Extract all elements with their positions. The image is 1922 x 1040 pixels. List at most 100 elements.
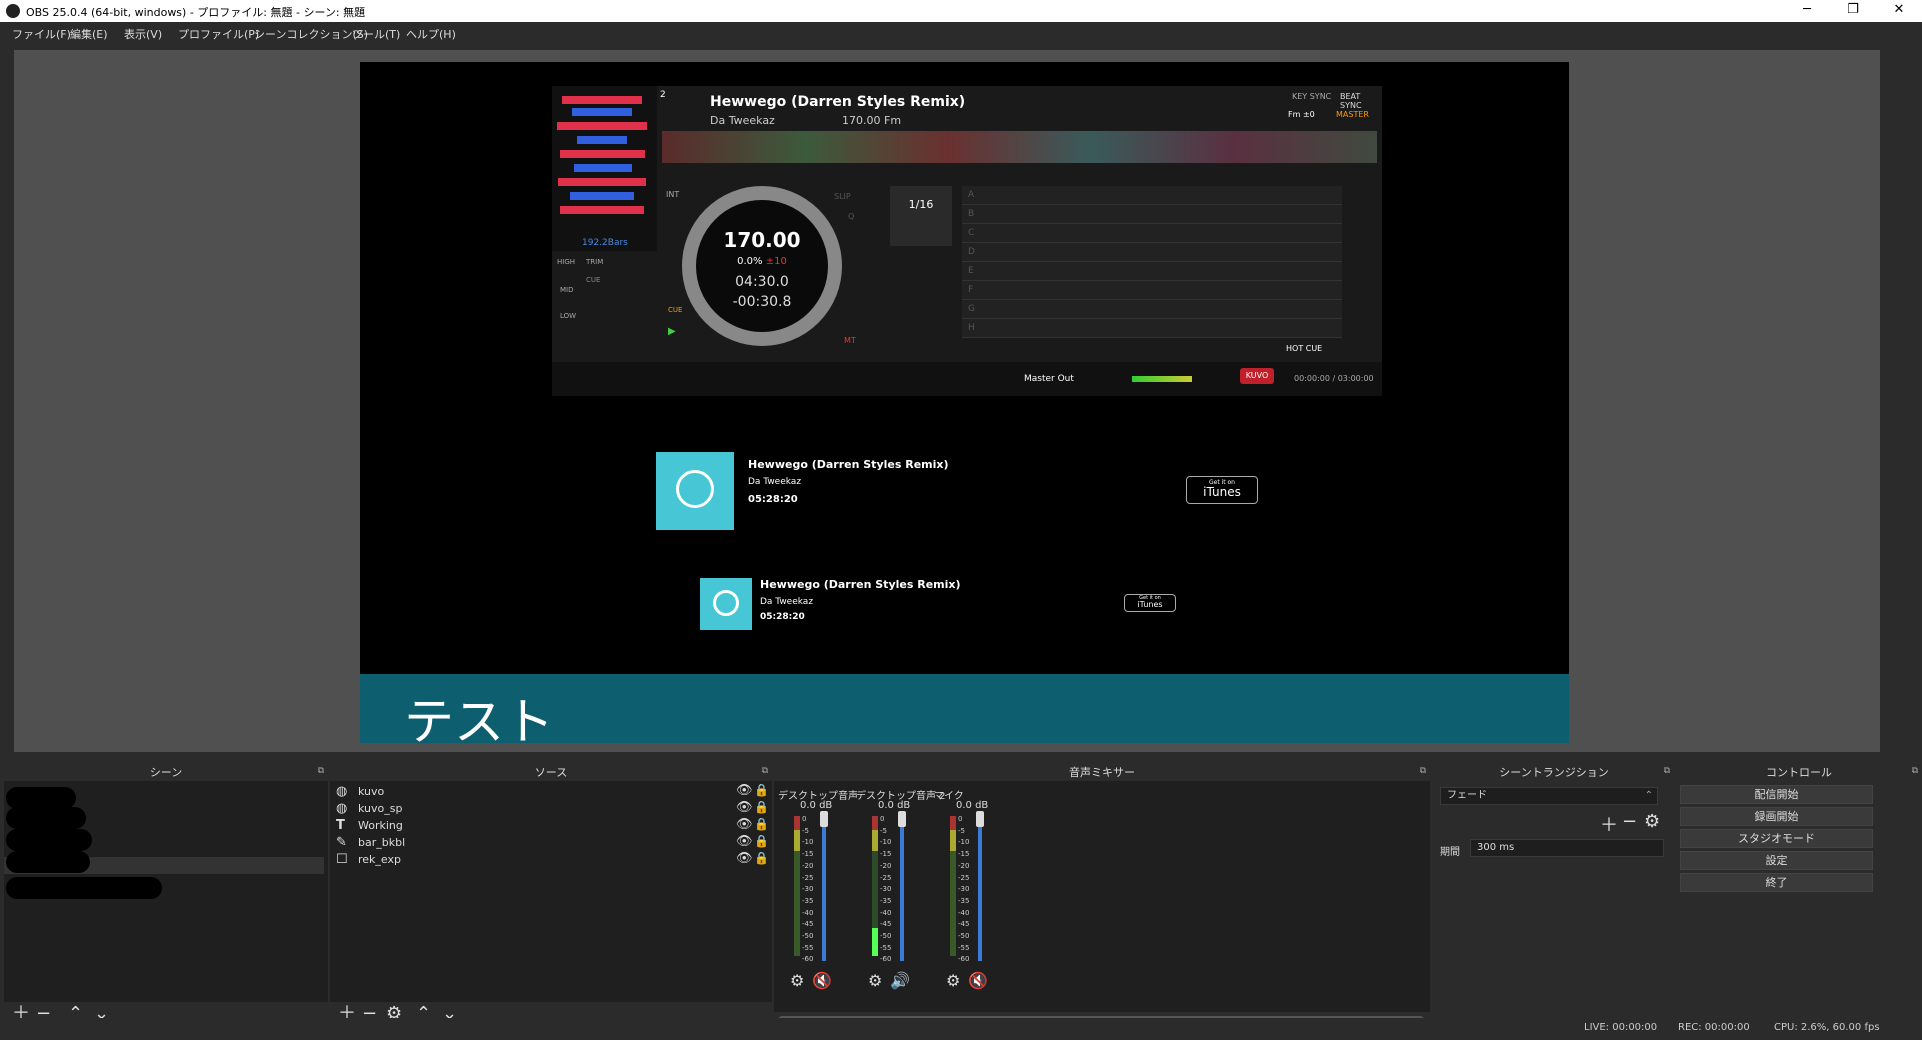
waveform-overview: 192.2Bars	[552, 86, 657, 251]
eye-icon[interactable]: 👁	[736, 800, 753, 815]
muted-speaker-icon[interactable]: 🔇	[812, 971, 832, 990]
volume-meter	[872, 816, 878, 956]
close-button[interactable]: ✕	[1876, 0, 1922, 22]
preview-canvas[interactable]: 192.2Bars 2 Hewwego (Darren Styles Remix…	[360, 62, 1569, 743]
pad-f[interactable]: F	[962, 281, 1342, 300]
lock-icon[interactable]: 🔒	[754, 783, 769, 797]
gear-icon[interactable]: ⚙	[946, 971, 960, 990]
transition-select[interactable]: フェード ⌃	[1440, 787, 1658, 805]
lock-icon[interactable]: 🔒	[754, 851, 769, 865]
start-recording-button[interactable]: 録画開始	[1680, 807, 1873, 826]
scene-transitions-dock: シーントランジション ⧉ フェード ⌃ ＋ − ⚙ 期間 300 ms	[1434, 764, 1674, 1026]
sources-list[interactable]: ◍ kuvo 👁 🔒 ◍ kuvo_sp 👁 🔒 T Working 👁 🔒 ✎…	[330, 781, 772, 1002]
volume-fader[interactable]	[978, 816, 982, 961]
source-item[interactable]: ☐ rek_exp 👁 🔒	[334, 851, 776, 868]
fader-handle[interactable]	[820, 811, 828, 827]
pad-d[interactable]: D	[962, 243, 1342, 262]
lock-icon[interactable]: 🔒	[754, 800, 769, 814]
itunes-badge-large: Get it on iTunes	[1186, 476, 1258, 504]
volume-fader[interactable]	[822, 816, 826, 961]
minimize-button[interactable]: ─	[1784, 0, 1830, 22]
deck-time: 00:00:00 / 03:00:00	[1294, 374, 1374, 383]
muted-speaker-icon[interactable]: 🔇	[968, 971, 988, 990]
duration-input[interactable]: 300 ms	[1470, 839, 1664, 857]
pad-g[interactable]: G	[962, 300, 1342, 319]
exit-button[interactable]: 終了	[1680, 873, 1873, 892]
undock-icon[interactable]: ⧉	[318, 766, 324, 776]
fader-handle[interactable]	[898, 811, 906, 827]
elapsed-time: 04:30.0	[735, 274, 789, 290]
pad-e[interactable]: E	[962, 262, 1342, 281]
menu-profile[interactable]: プロファイル(P)	[178, 26, 259, 42]
source-item[interactable]: ◍ kuvo 👁 🔒	[334, 783, 776, 800]
mixer-dock-title: 音声ミキサー	[774, 764, 1430, 780]
quantize-panel: 1/16	[890, 186, 952, 246]
undock-icon[interactable]: ⧉	[762, 766, 768, 776]
controls-dock-title: コントロール	[1676, 764, 1922, 780]
pad-a[interactable]: A	[962, 186, 1342, 205]
source-item[interactable]: ◍ kuvo_sp 👁 🔒	[334, 800, 776, 817]
source-name: kuvo	[358, 785, 385, 798]
lock-icon[interactable]: 🔒	[754, 834, 769, 848]
dj-deck-overlay: 192.2Bars 2 Hewwego (Darren Styles Remix…	[552, 86, 1382, 396]
globe-icon: ◍	[336, 801, 348, 816]
mt-label: MT	[844, 336, 856, 345]
low-label: LOW	[560, 312, 577, 320]
gear-icon[interactable]: ⚙	[790, 971, 804, 990]
source-item[interactable]: ✎ bar_bkbl 👁 🔒	[334, 834, 776, 851]
mixer-channel: デスクトップ音声 2 0.0 dB 0 -5 -10 -15 -20 -25 -30 -35-…	[856, 781, 946, 996]
volume-fader[interactable]	[900, 816, 904, 961]
hot-cue-pads: A B C D E F G H	[962, 186, 1342, 338]
menu-scene-collection[interactable]: シーンコレクション(S)	[254, 26, 368, 42]
master-level-meter	[1132, 376, 1192, 382]
menu-tools[interactable]: ツール(T)	[352, 26, 400, 42]
np-small-title: Hewwego (Darren Styles Remix)	[760, 578, 961, 591]
deck-key: 170.00 Fm	[842, 114, 902, 127]
source-name: kuvo_sp	[358, 802, 403, 815]
source-name: rek_exp	[358, 853, 401, 866]
gear-icon[interactable]: ⚙	[868, 971, 882, 990]
trim-label: TRIM	[586, 258, 604, 266]
pad-b[interactable]: B	[962, 205, 1342, 224]
undock-icon[interactable]: ⧉	[1912, 766, 1918, 776]
menu-file[interactable]: ファイル(F)	[12, 26, 71, 42]
jog-wheel[interactable]: 170.00 0.0% ±10 04:30.0 -00:30.8	[682, 186, 842, 346]
studio-mode-button[interactable]: スタジオモード	[1680, 829, 1873, 848]
start-streaming-button[interactable]: 配信開始	[1680, 785, 1873, 804]
deck-track-title: Hewwego (Darren Styles Remix)	[710, 94, 966, 110]
pitch-display: 0.0% ±10	[737, 256, 787, 267]
eye-icon[interactable]: 👁	[736, 834, 753, 849]
text-icon: T	[336, 818, 345, 833]
lock-icon[interactable]: 🔒	[754, 817, 769, 831]
add-transition-button[interactable]: ＋	[1600, 811, 1618, 837]
source-item[interactable]: T Working 👁 🔒	[334, 817, 776, 834]
redacted-scene	[6, 807, 86, 829]
menu-edit[interactable]: 編集(E)	[70, 26, 108, 42]
mixer-channel: マイク 0.0 dB 0 -5 -10 -15 -20 -25 -30 -35 -40 -45 -5…	[934, 781, 1004, 996]
undock-icon[interactable]: ⧉	[1664, 766, 1670, 776]
restore-button[interactable]: ❐	[1830, 0, 1876, 22]
eye-icon[interactable]: 👁	[736, 817, 753, 832]
remove-transition-button[interactable]: −	[1622, 811, 1637, 832]
menu-help[interactable]: ヘルプ(H)	[406, 26, 456, 42]
np-small-artist: Da Tweekaz	[760, 597, 814, 607]
speaker-icon[interactable]: 🔊	[890, 971, 910, 990]
settings-button[interactable]: 設定	[1680, 851, 1873, 870]
obs-logo-icon	[6, 4, 20, 18]
pad-h[interactable]: H	[962, 319, 1342, 338]
eye-icon[interactable]: 👁	[736, 851, 753, 866]
pad-c[interactable]: C	[962, 224, 1342, 243]
rec-status: REC: 00:00:00	[1678, 1022, 1750, 1033]
volume-meter	[794, 816, 800, 956]
play-icon[interactable]: ▶	[668, 326, 676, 337]
undock-icon[interactable]: ⧉	[1420, 766, 1426, 776]
high-label: HIGH	[557, 258, 576, 266]
menu-view[interactable]: 表示(V)	[124, 26, 162, 42]
deck-number: 2	[660, 90, 666, 100]
fm-label: Fm ±0	[1288, 110, 1315, 119]
fader-handle[interactable]	[976, 811, 984, 827]
transition-settings-gear-icon[interactable]: ⚙	[1644, 811, 1660, 832]
scenes-list[interactable]	[4, 781, 328, 1002]
eye-icon[interactable]: 👁	[736, 783, 753, 798]
album-cover-large	[656, 452, 734, 530]
